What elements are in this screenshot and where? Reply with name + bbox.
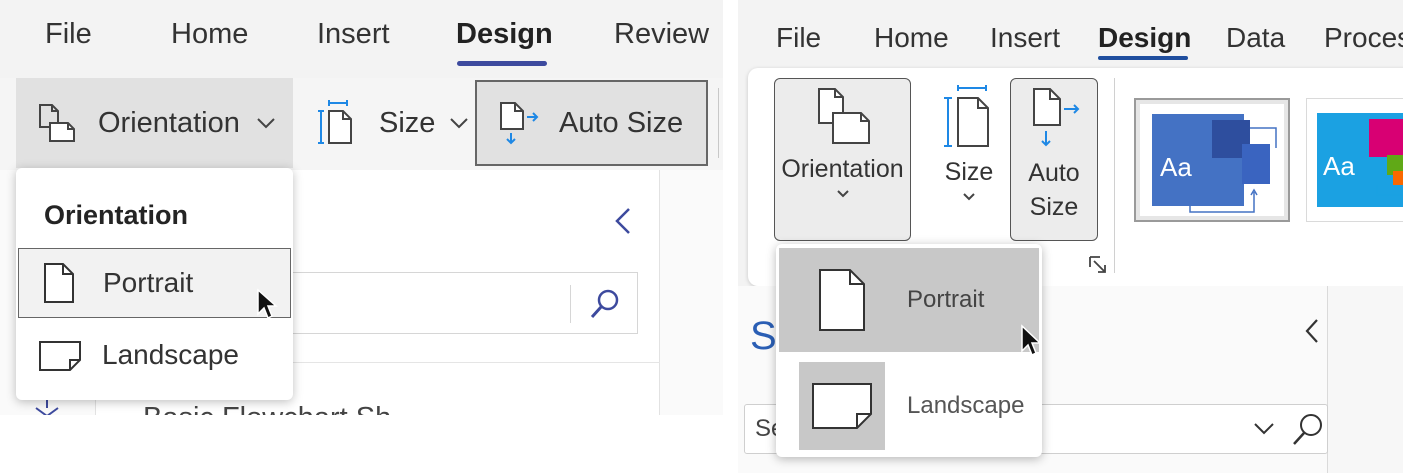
bottom-whitespace [0, 415, 723, 473]
auto-size-button[interactable]: Auto Size [475, 80, 708, 166]
tab-data[interactable]: Data [1226, 22, 1285, 54]
orientation-icon [39, 104, 75, 142]
chevron-down-icon [963, 193, 975, 201]
active-tab-indicator [457, 61, 547, 66]
orientation-button[interactable]: Orientation [774, 78, 911, 241]
tab-home[interactable]: Home [874, 22, 949, 54]
size-button[interactable]: Size [313, 78, 473, 168]
collapse-pane-icon[interactable] [1303, 316, 1321, 346]
orientation-label: Orientation [98, 106, 240, 139]
auto-size-icon [500, 102, 539, 145]
auto-label-line1: Auto [1028, 159, 1080, 187]
dropdown-title: Orientation [44, 200, 189, 230]
size-button[interactable]: Size [924, 78, 1014, 241]
auto-size-label: Auto Size [559, 106, 684, 139]
auto-size-button[interactable]: Auto Size [1010, 78, 1098, 241]
tab-home[interactable]: Home [171, 18, 248, 51]
left-screenshot: File Home Insert Design Review Orientati… [0, 0, 723, 473]
ribbon-separator [718, 88, 719, 158]
auto-label-line2: Size [1029, 193, 1079, 221]
chevron-down-icon [257, 118, 275, 129]
portrait-option[interactable]: Portrait [779, 248, 1039, 352]
portrait-thumbnail [799, 256, 885, 344]
landscape-option[interactable]: Landscape [18, 320, 291, 390]
tab-design[interactable]: Design [1098, 22, 1191, 54]
shapes-search-box[interactable] [282, 272, 638, 334]
theme-label: Aa [1323, 151, 1355, 181]
theme-thumbnail-1[interactable]: Aa [1134, 98, 1290, 222]
active-tab-indicator [1098, 56, 1188, 60]
landscape-page-icon [39, 341, 81, 371]
chevron-down-icon [836, 190, 849, 198]
dialog-launcher-icon[interactable] [1088, 255, 1108, 275]
orientation-dropdown: Portrait Landscape [776, 244, 1042, 457]
ribbon-separator [1114, 78, 1115, 273]
pane-title: S [750, 314, 777, 358]
landscape-page-icon [812, 383, 872, 429]
search-divider [570, 285, 571, 323]
orientation-button[interactable]: Orientation [16, 78, 293, 168]
landscape-label: Landscape [102, 339, 240, 370]
chevron-down-icon [450, 118, 469, 129]
ribbon-toolbar: Orientation Size Auto Size [0, 78, 723, 170]
tab-file[interactable]: File [776, 22, 821, 54]
theme-label: Aa [1160, 152, 1192, 182]
tab-file[interactable]: File [45, 18, 92, 51]
pane-divider [282, 362, 660, 363]
tab-process[interactable]: Proces [1324, 22, 1403, 54]
size-label: Size [944, 158, 994, 186]
landscape-label: Landscape [907, 392, 1025, 419]
ribbon-tabs: File Home Insert Design Review [0, 0, 723, 78]
portrait-page-icon [819, 269, 865, 331]
mouse-pointer-icon [1021, 324, 1042, 357]
auto-size-icon [1033, 88, 1080, 147]
portrait-label: Portrait [103, 267, 194, 298]
landscape-option[interactable]: Landscape [779, 354, 1039, 458]
theme-preview: Aa [1140, 104, 1284, 216]
orientation-icon [817, 88, 870, 144]
search-icon[interactable] [588, 287, 622, 321]
orientation-dropdown: Orientation Portrait Landscape [16, 168, 293, 400]
search-icon[interactable] [1291, 411, 1325, 447]
tab-design[interactable]: Design [456, 18, 553, 51]
portrait-label: Portrait [907, 286, 985, 313]
theme-thumbnail-2[interactable]: Aa [1306, 98, 1403, 222]
tab-insert[interactable]: Insert [990, 22, 1060, 54]
portrait-option[interactable]: Portrait [18, 248, 291, 318]
chevron-down-icon[interactable] [1253, 421, 1275, 437]
right-screenshot: File Home Insert Design Data Proces Orie… [738, 0, 1403, 473]
tab-review[interactable]: Review [614, 18, 709, 51]
tab-insert[interactable]: Insert [317, 18, 390, 51]
size-icon [944, 85, 989, 147]
mouse-pointer-icon [257, 288, 278, 320]
orientation-label: Orientation [781, 155, 904, 183]
landscape-thumbnail [799, 362, 885, 450]
portrait-page-icon [44, 263, 74, 303]
collapse-pane-icon[interactable] [612, 206, 634, 236]
size-label: Size [379, 106, 436, 139]
size-icon [318, 100, 352, 144]
theme-preview: Aa [1317, 113, 1403, 207]
